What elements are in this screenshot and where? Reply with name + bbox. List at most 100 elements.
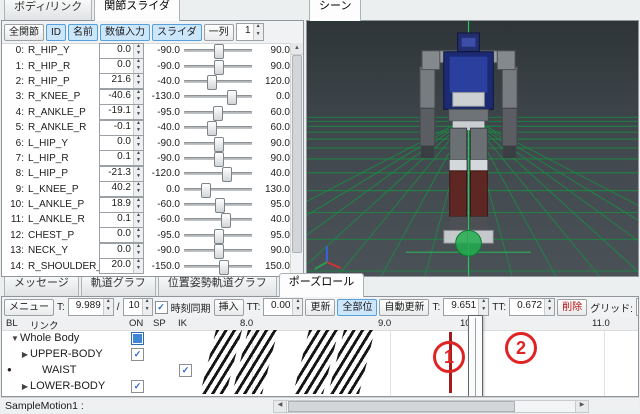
slider-handle[interactable]: [215, 198, 225, 213]
spin-arrows[interactable]: ▲▼: [142, 299, 152, 315]
joint-value-spinbox[interactable]: 0.0 ▲▼: [99, 135, 144, 151]
slider-handle[interactable]: [214, 229, 224, 244]
spin-arrows[interactable]: ▲▼: [133, 213, 143, 227]
scene-tab-0[interactable]: シーン: [309, 0, 361, 21]
on-checkbox[interactable]: [131, 332, 144, 345]
bottom-panel-tab-2[interactable]: 位置姿勢軌道グラフ: [158, 274, 277, 296]
joint-slider[interactable]: [184, 90, 252, 103]
joint-slider[interactable]: [184, 213, 252, 226]
menu-button[interactable]: メニュー: [4, 299, 54, 316]
spin-arrows[interactable]: ▲▼: [103, 299, 113, 315]
joint-slider[interactable]: [184, 152, 252, 165]
slider-handle[interactable]: [214, 244, 224, 259]
spin-down-icon[interactable]: ▼: [293, 307, 302, 315]
spin-down-icon[interactable]: ▼: [134, 174, 143, 181]
slider-handle[interactable]: [214, 152, 224, 167]
spin-arrows[interactable]: ▲▼: [133, 136, 143, 150]
spin-down-icon[interactable]: ▼: [545, 307, 554, 315]
slider-handle[interactable]: [214, 44, 224, 59]
spin-arrows[interactable]: ▲▼: [133, 167, 143, 181]
transition-time-spinbox[interactable]: 0.00 ▲▼: [263, 298, 303, 316]
spin-down-icon[interactable]: ▼: [254, 32, 263, 40]
delete-button[interactable]: 削除: [557, 299, 587, 316]
spin-arrows[interactable]: ▲▼: [253, 24, 263, 40]
slider-handle[interactable]: [207, 121, 217, 136]
spin-down-icon[interactable]: ▼: [134, 205, 143, 212]
joint-list-scrollbar[interactable]: ▲ ▼: [290, 43, 303, 276]
scene-viewport[interactable]: [306, 20, 639, 277]
spin-arrows[interactable]: ▲▼: [133, 259, 143, 273]
columns-spinbox[interactable]: 1 ▲▼: [236, 23, 264, 41]
left-panel-tab-1[interactable]: 関節スライダ: [94, 0, 180, 21]
spin-down-icon[interactable]: ▼: [143, 307, 152, 315]
hscroll-track[interactable]: [287, 401, 575, 412]
spin-arrows[interactable]: ▲▼: [292, 299, 302, 315]
joint-slider[interactable]: [184, 183, 252, 196]
spin-arrows[interactable]: ▲▼: [133, 151, 143, 165]
timeline[interactable]: BLリンクONSPIK8.09.010.011.0 ▼ Whole Body ▶…: [2, 317, 638, 396]
joint-slider[interactable]: [184, 137, 252, 150]
spin-arrows[interactable]: ▲▼: [133, 59, 143, 73]
slider-handle[interactable]: [201, 183, 211, 198]
joint-value-spinbox[interactable]: -19.1 ▲▼: [99, 104, 144, 120]
time-max-spinbox[interactable]: 10 ▲▼: [123, 298, 153, 316]
expander-icon[interactable]: ▶: [20, 350, 30, 359]
joint-slider[interactable]: [184, 229, 252, 242]
bottom-panel-tab-0[interactable]: メッセージ: [4, 274, 79, 296]
joint-toolbar-button-3[interactable]: 数値入力: [100, 24, 150, 41]
spin-down-icon[interactable]: ▼: [134, 51, 143, 58]
update-button[interactable]: 更新: [305, 299, 335, 316]
joint-slider[interactable]: [184, 260, 252, 273]
joint-value-spinbox[interactable]: 0.0 ▲▼: [99, 227, 144, 243]
spin-down-icon[interactable]: ▼: [479, 307, 488, 315]
time-cursor[interactable]: [468, 315, 483, 397]
auto-update-button[interactable]: 自動更新: [379, 299, 429, 316]
spin-down-icon[interactable]: ▼: [134, 266, 143, 273]
grid-spinbox[interactable]: 1 ▲▼: [636, 298, 638, 316]
joint-toolbar-button-2[interactable]: 名前: [68, 24, 98, 41]
spin-down-icon[interactable]: ▼: [134, 81, 143, 88]
spin-arrows[interactable]: ▲▼: [133, 198, 143, 212]
slider-handle[interactable]: [221, 213, 231, 228]
scroll-left-icon[interactable]: ◀: [274, 401, 287, 412]
bottom-panel-tab-1[interactable]: 軌道グラフ: [81, 274, 156, 296]
joint-slider[interactable]: [184, 244, 252, 257]
timeline-hscrollbar[interactable]: ◀ ▶: [273, 400, 589, 413]
spin-down-icon[interactable]: ▼: [104, 307, 113, 315]
spin-down-icon[interactable]: ▼: [134, 235, 143, 242]
left-panel-tab-0[interactable]: ボディ/リンク: [4, 0, 92, 20]
joint-slider[interactable]: [184, 60, 252, 73]
slider-handle[interactable]: [207, 75, 217, 90]
joint-slider[interactable]: [184, 44, 252, 57]
spin-down-icon[interactable]: ▼: [134, 128, 143, 135]
spin-arrows[interactable]: ▲▼: [133, 182, 143, 196]
spin-down-icon[interactable]: ▼: [134, 143, 143, 150]
spin-down-icon[interactable]: ▼: [134, 158, 143, 165]
scrollbar-thumb[interactable]: [292, 55, 302, 253]
joint-value-spinbox[interactable]: 18.9 ▲▼: [99, 197, 144, 213]
joint-toolbar-button-0[interactable]: 全関節: [4, 24, 44, 41]
slider-handle[interactable]: [219, 260, 229, 275]
spin-arrows[interactable]: ▲▼: [544, 299, 554, 315]
all-parts-button[interactable]: 全部位: [337, 299, 377, 316]
expander-icon[interactable]: ▼: [10, 334, 20, 343]
expander-icon[interactable]: ▶: [20, 382, 30, 391]
ik-checkbox[interactable]: ✓: [179, 364, 192, 377]
slider-handle[interactable]: [214, 60, 224, 75]
joint-slider[interactable]: [184, 198, 252, 211]
joint-value-spinbox[interactable]: 40.2 ▲▼: [99, 181, 144, 197]
on-checkbox[interactable]: ✓: [131, 380, 144, 393]
joint-value-spinbox[interactable]: 0.1 ▲▼: [99, 150, 144, 166]
slider-handle[interactable]: [214, 137, 224, 152]
slider-handle[interactable]: [227, 90, 237, 105]
spin-arrows[interactable]: ▲▼: [133, 44, 143, 58]
current-time-spinbox[interactable]: 9.651 ▲▼: [443, 298, 489, 316]
spin-down-icon[interactable]: ▼: [134, 251, 143, 258]
joint-slider[interactable]: [184, 75, 252, 88]
hscroll-thumb[interactable]: [288, 401, 515, 412]
joint-value-spinbox[interactable]: 0.0 ▲▼: [99, 58, 144, 74]
spin-down-icon[interactable]: ▼: [134, 220, 143, 227]
spin-down-icon[interactable]: ▼: [134, 112, 143, 119]
joint-value-spinbox[interactable]: 0.0 ▲▼: [99, 243, 144, 259]
spin-arrows[interactable]: ▲▼: [133, 90, 143, 104]
